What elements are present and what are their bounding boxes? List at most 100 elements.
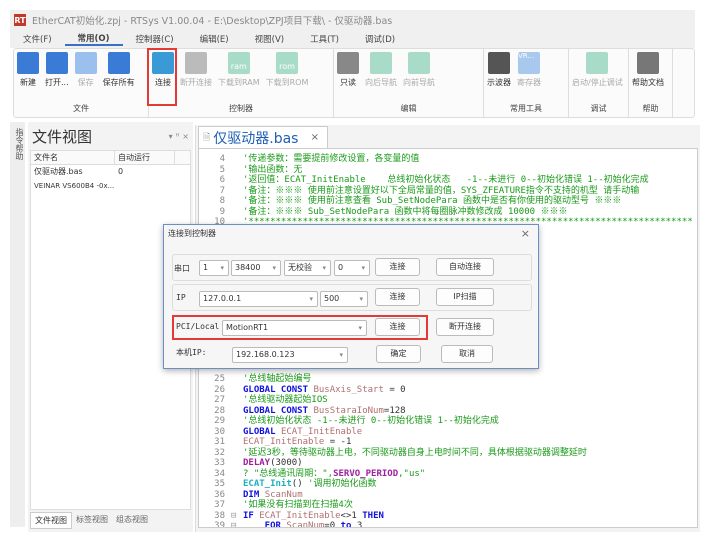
local-ip-select[interactable]: 192.168.0.123 [232,347,348,363]
save-button[interactable]: 保存 [72,52,100,88]
fold-icon [231,406,243,417]
code-token: '如果没有扫描到在扫描4次 [243,500,353,510]
line-number: 9 [219,206,225,217]
new-button[interactable]: 新建 [14,52,42,88]
pci-select[interactable]: MotionRT1 [222,320,367,336]
menu-item[interactable]: 调试(D) [352,33,408,45]
save-icon [74,52,97,74]
ip-label: IP [176,293,186,302]
code-token: '调用初始化函数 [308,479,377,489]
panel-menu-icon[interactable]: ▾ [169,132,173,141]
tab-label: 仅驱动器.bas [213,130,299,147]
button-label: 启动/停止调试 [572,78,623,87]
code-line: 39 ⊟ FOR ScanNum =0 to 3 [199,521,587,528]
baud-select[interactable]: 38400 [231,260,281,276]
save-all-button[interactable]: 保存所有 [100,52,138,88]
fold-icon [231,165,243,176]
fold-icon[interactable]: ⊟ [231,511,243,522]
code-line: 32 '延迟3秒，等待驱动器上电，不同驱动器自身上电时间不同，具体根据驱动器调整延… [199,448,587,459]
button-label: 帮助文档 [632,78,664,87]
cancel-button[interactable]: 取消 [441,345,493,363]
download-rom-button[interactable]: rom 下载到ROM [263,52,312,88]
register-button[interactable]: VR... 寄存器 [514,52,544,88]
col-header[interactable]: 自动运行 [115,151,175,164]
close-icon[interactable]: × [521,227,530,240]
debug-button[interactable]: 启动/停止调试 [569,52,626,88]
code-token: DELAY [243,458,271,468]
menu-item[interactable]: 控制器(C) [123,33,187,45]
close-icon[interactable]: × [182,132,189,141]
disconnect-button[interactable]: 断开连接 [177,52,215,88]
tab-file-view[interactable]: 文件视图 [30,512,72,529]
menu-item[interactable]: 编辑(E) [187,33,242,45]
line-number: 39 [214,521,225,528]
tab-label-view[interactable]: 标签视图 [72,512,112,529]
fold-icon [231,469,243,480]
fold-icon[interactable]: ⊟ [231,521,243,527]
fold-icon [231,448,243,459]
local-ip-label: 本机IP: [176,348,207,357]
close-tab-icon[interactable]: × [311,132,319,143]
panel-title: 文件视图 [32,128,93,146]
code-line: 31 ECAT_InitEnable = -1 [199,437,587,448]
button-label: 只读 [340,78,356,87]
instruction-help-tab[interactable]: 指令帮助 [10,122,25,527]
line-number: 26 [214,384,225,395]
port-select[interactable]: 1 [199,260,229,276]
button-label: 打开... [45,78,69,87]
fold-icon [231,186,243,197]
code-token: ScanNum [286,521,325,528]
help-doc-button[interactable]: 帮助文档 [629,52,667,88]
table-row[interactable]: VEINAR VS600B4 -0x... [31,179,190,193]
connect-highlight [147,48,177,106]
menu-item[interactable]: 文件(F) [10,33,65,45]
menu-item[interactable]: 视图(V) [242,33,297,45]
menu-bar: 文件(F) 常用(O) 控制器(C) 编辑(E) 视图(V) 工具(T) 调试(D) [10,30,695,48]
line-number: 36 [214,489,225,500]
ip-port-select[interactable]: 500 [320,291,368,307]
code-line: 4 '传递参数：需要提前修改设置，各变量的值 [199,154,693,165]
editor-tab[interactable]: 🗎 仅驱动器.bas × [198,126,328,148]
auto-connect-button[interactable]: 自动连接 [436,258,494,276]
read-only-button[interactable]: 只读 [334,52,362,88]
pin-icon[interactable]: ꟸ [175,132,180,141]
forward-button[interactable]: 向前导航 [400,52,438,88]
open-button[interactable]: 打开... [42,52,72,88]
code-token: GLOBAL CONST [243,384,314,395]
line-number: 25 [214,374,225,384]
ok-button[interactable]: 确定 [376,345,421,363]
group-label: 常用工具 [510,104,542,113]
open-icon [45,52,68,74]
button-label: 下载到RAM [218,78,260,87]
tab-config-view[interactable]: 组态视图 [112,512,152,529]
disconnect-button[interactable]: 断开连接 [436,318,494,336]
line-number: 8 [219,196,225,206]
parity-select[interactable]: 无校验 [284,260,331,276]
stop-select[interactable]: 0 [334,260,370,276]
code-token: '延迟3秒，等待驱动器上电，不同驱动器自身上电时间不同，具体根据驱动器调整延时 [243,447,587,458]
code-token: =0 [324,521,341,528]
ip-address-select[interactable]: 127.0.0.1 [199,291,318,307]
button-label: 向后导航 [365,78,397,87]
col-header[interactable]: 文件名 [31,151,115,164]
ip-scan-button[interactable]: IP扫描 [436,288,494,306]
file-icon: 🗎 [203,132,211,143]
serial-connect-button[interactable]: 连接 [375,258,420,276]
group-debug: 启动/停止调试 调试 [569,49,629,117]
code-token: THEN [362,510,384,521]
back-button[interactable]: 向后导航 [362,52,400,88]
pci-connect-button[interactable]: 连接 [375,318,420,336]
menu-item[interactable]: 工具(T) [297,33,352,45]
code-token: to [340,521,352,528]
code-token: IF [243,510,260,521]
ip-connect-button[interactable]: 连接 [375,288,420,306]
code-line: 29 '总线初始化状态 -1--未进行 0--初始化错误 1--初始化完成 [199,416,587,427]
button-label: 新建 [20,78,36,87]
line-number: 30 [214,426,225,437]
download-ram-button[interactable]: ram 下载到RAM [215,52,263,88]
download-ram-icon: ram [227,52,250,74]
oscilloscope-button[interactable]: 示波器 [484,52,514,88]
line-number: 38 [214,510,225,521]
menu-item[interactable]: 常用(O) [64,32,123,46]
table-row[interactable]: 仅驱动器.bas 0 [31,165,190,179]
